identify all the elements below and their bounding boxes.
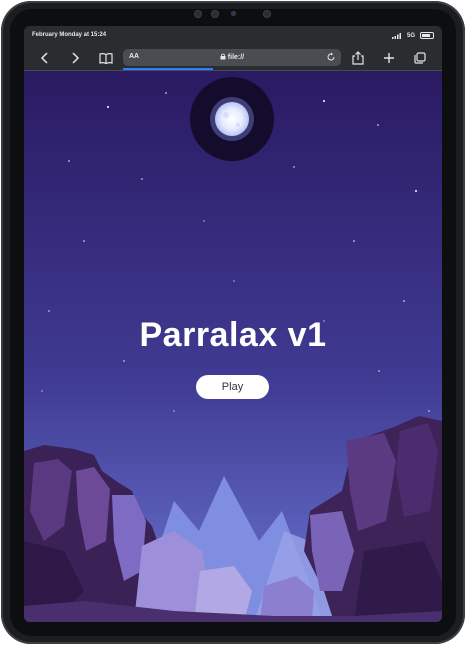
status-bar: February Monday at 15:24 5G [24,26,442,46]
status-time: February Monday at 15:24 [32,32,107,38]
reload-icon[interactable] [326,52,336,62]
battery-icon [420,32,434,39]
play-button[interactable]: Play [196,375,269,399]
page-content: Parralax v1 Play [24,71,442,622]
url-text: file:// [123,53,341,61]
plus-icon[interactable] [381,50,397,66]
back-icon[interactable] [37,50,53,66]
camera-indicator [231,11,236,16]
bookmarks-icon[interactable] [98,50,114,66]
browser-toolbar: AA file:// [24,46,442,71]
signal-icon [391,32,401,39]
page-title: Parralax v1 [139,316,327,354]
network-label: 5G [406,32,415,39]
address-bar[interactable]: AA file:// [123,49,341,66]
page-load-progress [123,68,213,70]
tabs-icon[interactable] [412,50,428,66]
forward-icon[interactable] [67,50,83,66]
screen: February Monday at 15:24 5G AA file:// P… [24,26,442,622]
sensor-dot [263,10,271,18]
url-value: file:// [227,54,245,61]
camera-lens [211,10,219,18]
lock-icon [220,53,226,60]
sensor-dot [194,10,202,18]
status-right: 5G [391,32,434,39]
share-icon[interactable] [350,50,366,66]
moon [190,77,274,161]
